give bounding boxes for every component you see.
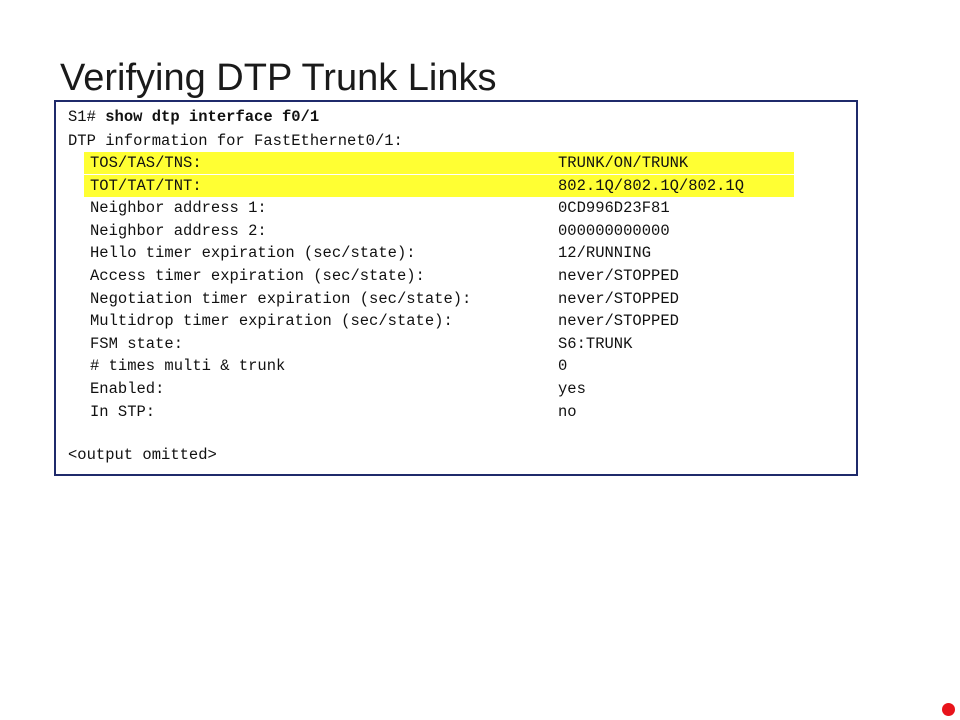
slide-title: Verifying DTP Trunk Links xyxy=(60,57,497,99)
dtp-field-label: # times multi & trunk xyxy=(90,357,286,376)
dtp-field-label: Hello timer expiration (sec/state): xyxy=(90,244,416,263)
dtp-field-value: S6:TRUNK xyxy=(558,334,633,353)
dtp-field-value: 0 xyxy=(558,357,568,376)
dtp-field-label: Access timer expiration (sec/state): xyxy=(90,267,425,285)
command-text: show dtp interface f0/1 xyxy=(105,108,320,126)
dtp-field-value: 12/RUNNING xyxy=(558,244,652,263)
dtp-field-label: Neighbor address 2: xyxy=(90,221,267,240)
dtp-field-label: FSM state: xyxy=(90,334,184,353)
command-line: S1# show dtp interface f0/1 xyxy=(68,106,319,128)
dtp-field-row: # times multi & trunk 0 xyxy=(56,355,856,377)
dtp-field-value: TRUNK/ON/TRUNK xyxy=(558,154,689,172)
dtp-field-row: TOS/TAS/TNS: TRUNK/ON/TRUNK xyxy=(56,152,856,174)
dtp-field-label: TOT/TAT/TNT: xyxy=(90,176,202,195)
dtp-field-row: Neighbor address 1: 0CD996D23F81 xyxy=(56,197,856,219)
dtp-field-row: Access timer expiration (sec/state): neve… xyxy=(56,265,856,287)
dtp-field-value: never/STOPPED xyxy=(558,267,679,285)
dtp-field-label: Neighbor address 1: xyxy=(90,199,267,218)
dtp-field-row: FSM state: S6:TRUNK xyxy=(56,333,856,355)
dtp-field-label: Negotiation timer expiration (sec/state)… xyxy=(90,289,472,308)
slide: Verifying DTP Trunk Links S1# show dtp i… xyxy=(0,0,960,720)
dtp-field-row: Hello timer expiration (sec/state): 12/RU… xyxy=(56,242,856,264)
dtp-field-label: In STP: xyxy=(90,402,156,421)
dtp-field-value: no xyxy=(558,402,577,421)
dtp-field-row: Enabled: yes xyxy=(56,378,856,400)
dtp-field-label: Enabled: xyxy=(90,380,165,398)
dtp-field-row: Multidrop timer expiration (sec/state): n… xyxy=(56,310,856,332)
output-omitted-note: <output omitted> xyxy=(68,446,217,464)
dtp-field-value: never/STOPPED xyxy=(558,312,679,331)
dtp-field-value: 0CD996D23F81 xyxy=(558,199,670,218)
dtp-field-row: Neighbor address 2: 000000000000 xyxy=(56,220,856,242)
dtp-field-value: never/STOPPED xyxy=(558,289,679,308)
dtp-field-label: Multidrop timer expiration (sec/state): xyxy=(90,312,453,331)
dtp-field-row: TOT/TAT/TNT: 802.1Q/802.1Q/802.1Q xyxy=(56,174,856,197)
dtp-field-value: yes xyxy=(558,380,586,398)
command-prompt: S1# xyxy=(68,108,106,126)
terminal-output-box: S1# show dtp interface f0/1 DTP informat… xyxy=(54,100,858,476)
dtp-field-row: In STP: no xyxy=(56,401,856,423)
dtp-field-label: TOS/TAS/TNS: xyxy=(90,154,202,172)
red-dot-marker xyxy=(942,703,955,716)
output-header: DTP information for FastEthernet0/1: xyxy=(68,132,403,150)
dtp-field-row: Negotiation timer expiration (sec/state)… xyxy=(56,288,856,310)
dtp-field-value: 802.1Q/802.1Q/802.1Q xyxy=(558,176,745,195)
dtp-field-value: 000000000000 xyxy=(558,221,670,240)
